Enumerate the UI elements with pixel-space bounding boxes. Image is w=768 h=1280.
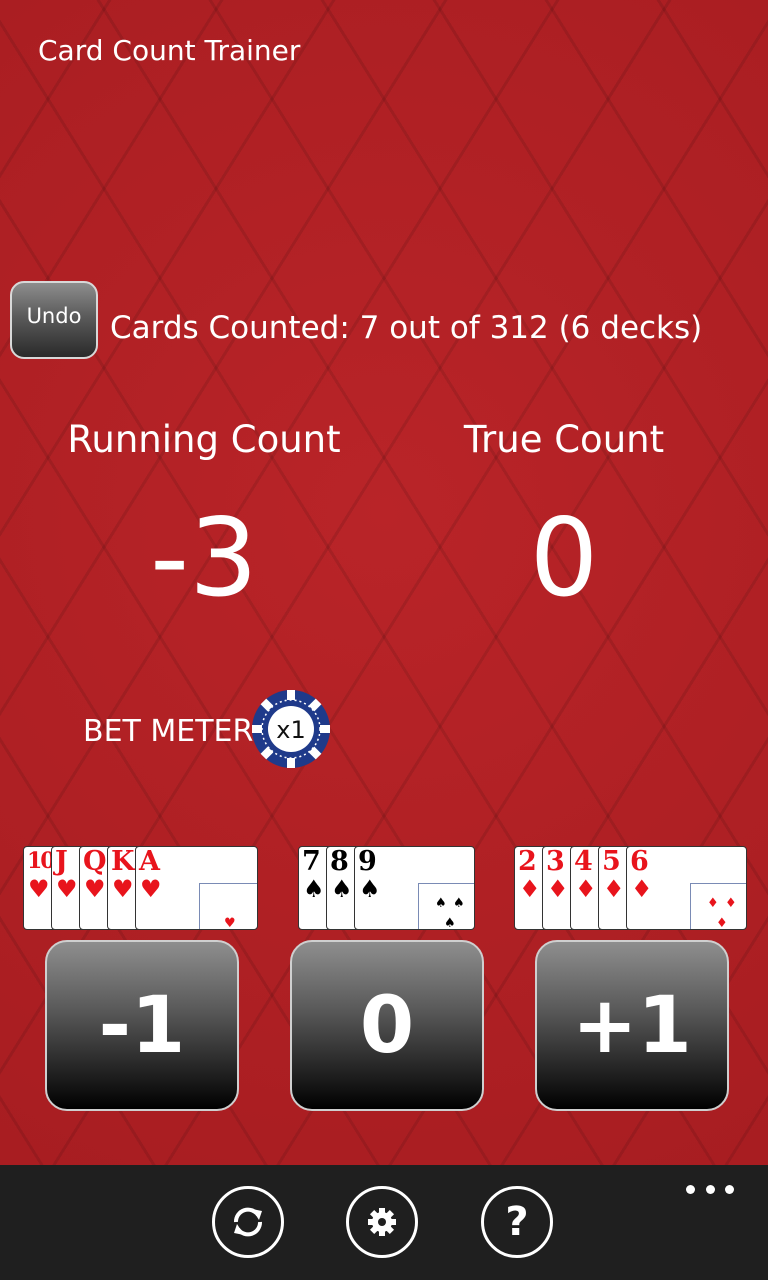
card-group-high: 10 ♥ J ♥ Q ♥ K ♥ A ♥ ♥ [23, 846, 258, 930]
card-rank: 4 [574, 846, 593, 877]
refresh-button[interactable] [212, 1186, 284, 1258]
card-rank: A [139, 846, 160, 877]
true-count-value: 0 [529, 496, 599, 621]
card-suit-icon: ♦ [575, 875, 597, 903]
card-suit-icon: ♥ [56, 875, 78, 903]
card-rank: 3 [546, 846, 565, 877]
card-suit-icon: ♦ [631, 875, 653, 903]
card-suit-icon: ♥ [28, 875, 50, 903]
zero-button[interactable]: 0 [290, 940, 484, 1111]
card-rank: 9 [358, 846, 377, 877]
more-icon [686, 1184, 695, 1194]
card-pip-icon: ♥ [224, 916, 236, 930]
settings-button[interactable] [346, 1186, 418, 1258]
playing-card: 6 ♦ ♦ ♦ ♦ [626, 846, 747, 930]
card-suit-icon: ♥ [112, 875, 134, 903]
card-rank: J [55, 846, 68, 877]
running-count-value: -3 [150, 496, 258, 621]
bet-chip-icon: x1 [252, 690, 330, 768]
card-suit-icon: ♠ [303, 875, 325, 903]
card-rank: 5 [602, 846, 621, 877]
card-suit-icon: ♥ [84, 875, 106, 903]
app-title: Card Count Trainer [38, 34, 301, 67]
card-rank: 2 [518, 846, 537, 877]
card-pip-icon: ♦ [716, 916, 728, 930]
minus-one-button[interactable]: -1 [45, 940, 239, 1111]
card-group-low: 2 ♦ 3 ♦ 4 ♦ 5 ♦ 6 ♦ ♦ ♦ ♦ [514, 846, 747, 930]
card-suit-icon: ♦ [547, 875, 569, 903]
card-rank: Q [83, 846, 107, 877]
card-pip-icon: ♠ [453, 896, 465, 911]
refresh-icon [233, 1207, 263, 1237]
bet-chip-text: x1 [276, 716, 305, 744]
true-count-label: True Count [463, 418, 665, 461]
card-rank: 6 [630, 846, 649, 877]
bet-meter-label: BET METER [83, 714, 254, 749]
card-pip-icon: ♦ [707, 896, 719, 911]
card-pip-icon: ♠ [435, 896, 447, 911]
card-group-neutral: 7 ♠ 8 ♠ 9 ♠ ♠ ♠ ♠ [298, 846, 475, 930]
card-pip-icon: ♠ [444, 916, 456, 930]
plus-one-button[interactable]: +1 [535, 940, 729, 1111]
cards-counted-status: Cards Counted: 7 out of 312 (6 decks) [110, 310, 703, 346]
card-rank: 7 [302, 846, 321, 877]
running-count-label: Running Count [67, 418, 341, 461]
settings-icon [368, 1208, 396, 1236]
card-suit-icon: ♦ [519, 875, 541, 903]
card-rank: 10 [27, 848, 56, 874]
help-button[interactable]: ? [481, 1186, 553, 1258]
playing-card: A ♥ ♥ [135, 846, 258, 930]
card-suit-icon: ♦ [603, 875, 625, 903]
more-icon-dot [705, 1184, 715, 1194]
undo-button[interactable]: Undo [10, 281, 98, 359]
card-pip-icon: ♦ [725, 896, 737, 911]
more-button[interactable] [686, 1177, 734, 1201]
help-icon: ? [505, 1199, 529, 1245]
card-suit-icon: ♠ [331, 875, 353, 903]
card-suit-icon: ♥ [140, 875, 162, 903]
card-rank: 8 [330, 846, 349, 877]
app-bar: ? [0, 1165, 768, 1280]
playing-card: 9 ♠ ♠ ♠ ♠ [354, 846, 475, 930]
more-icon-dot [725, 1184, 734, 1194]
card-rank: K [111, 846, 134, 877]
card-suit-icon: ♠ [359, 875, 381, 903]
